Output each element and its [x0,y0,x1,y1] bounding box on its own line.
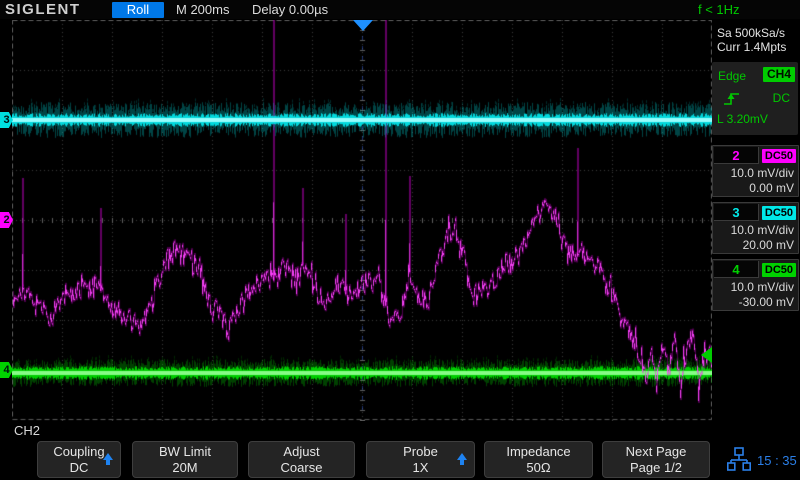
top-bar: SIGLENT Roll M 200ms Delay 0.00µs f < 1H… [0,0,800,19]
button-value: 20M [172,460,198,475]
rising-edge-icon [722,89,742,113]
trigger-panel[interactable]: Edge CH4 DC L 3.20mV [712,62,798,135]
softkey-menu: Coupling DC BW Limit 20M Adjust Coarse P… [0,441,800,480]
timebase-readout: M 200ms [176,2,230,17]
brand-logo: SIGLENT [5,1,81,18]
channel-2-offset: 0.00 mV [749,181,794,195]
button-label: BW Limit [159,444,211,459]
channel-4-scale: 10.0 mV/div [730,280,794,294]
channel-2-scale: 10.0 mV/div [730,166,794,180]
active-channel-label: CH2 [14,423,41,438]
trigger-position-marker[interactable] [353,20,373,31]
button-value: Coarse [280,460,323,475]
channel-4-offset: -30.00 mV [738,295,794,309]
trigger-type: Edge [718,69,747,83]
impedance-button[interactable]: Impedance 50Ω [484,441,593,478]
trigger-source-badge: CH4 [762,67,795,82]
channel-2-coupling-badge: DC50 [761,149,796,163]
up-arrow-icon [103,453,113,465]
channel-2-number: 2 [714,147,759,164]
button-value: 50Ω [526,460,551,475]
channel-4-coupling-badge: DC50 [761,263,796,277]
waveform-display [12,20,712,421]
channel-4-number: 4 [714,261,759,278]
network-icon [727,447,752,478]
button-label: Next Page [625,444,687,459]
oscilloscope-screen: SIGLENT Roll M 200ms Delay 0.00µs f < 1H… [0,0,800,480]
channel-3-scale: 10.0 mV/div [730,223,794,237]
trigger-coupling: DC [772,91,790,105]
channel-3-box[interactable]: 3 DC50 10.0 mV/div 20.00 mV [712,202,799,254]
channel-2-box[interactable]: 2 B DC50 10.0 mV/div 0.00 mV [712,145,799,197]
probe-button[interactable]: Probe 1X [366,441,475,478]
acquisition-readout: Sa 500kSa/s Curr 1.4Mpts [717,26,786,54]
button-label: Impedance [506,444,571,459]
channel-3-offset: 20.00 mV [742,238,794,252]
channel-3-number: 3 [714,204,759,221]
sample-rate: Sa 500kSa/s [717,26,786,40]
acquisition-mode-badge[interactable]: Roll [112,2,164,18]
status-bar: CH2 [0,421,800,441]
button-label: Adjust [283,444,320,459]
button-value: Page 1/2 [629,460,683,475]
delay-readout: Delay 0.00µs [252,2,329,17]
channel-4-box[interactable]: 4 B DC50 10.0 mV/div -30.00 mV [712,259,799,311]
frequency-counter: f < 1Hz [698,2,740,17]
coupling-button[interactable]: Coupling DC [37,441,121,478]
memory-depth: Curr 1.4Mpts [717,40,787,54]
clock: 15 : 35 [757,453,797,468]
next-page-button[interactable]: Next Page Page 1/2 [602,441,710,478]
up-arrow-icon [457,453,467,465]
trigger-level-marker[interactable] [701,347,712,363]
adjust-button[interactable]: Adjust Coarse [248,441,355,478]
trigger-level-readout: L 3.20mV [717,112,768,126]
channel-3-coupling-badge: DC50 [761,206,796,220]
right-sidebar: Sa 500kSa/s Curr 1.4Mpts Edge CH4 DC L 3… [712,19,800,421]
bw-limit-button[interactable]: BW Limit 20M [132,441,238,478]
